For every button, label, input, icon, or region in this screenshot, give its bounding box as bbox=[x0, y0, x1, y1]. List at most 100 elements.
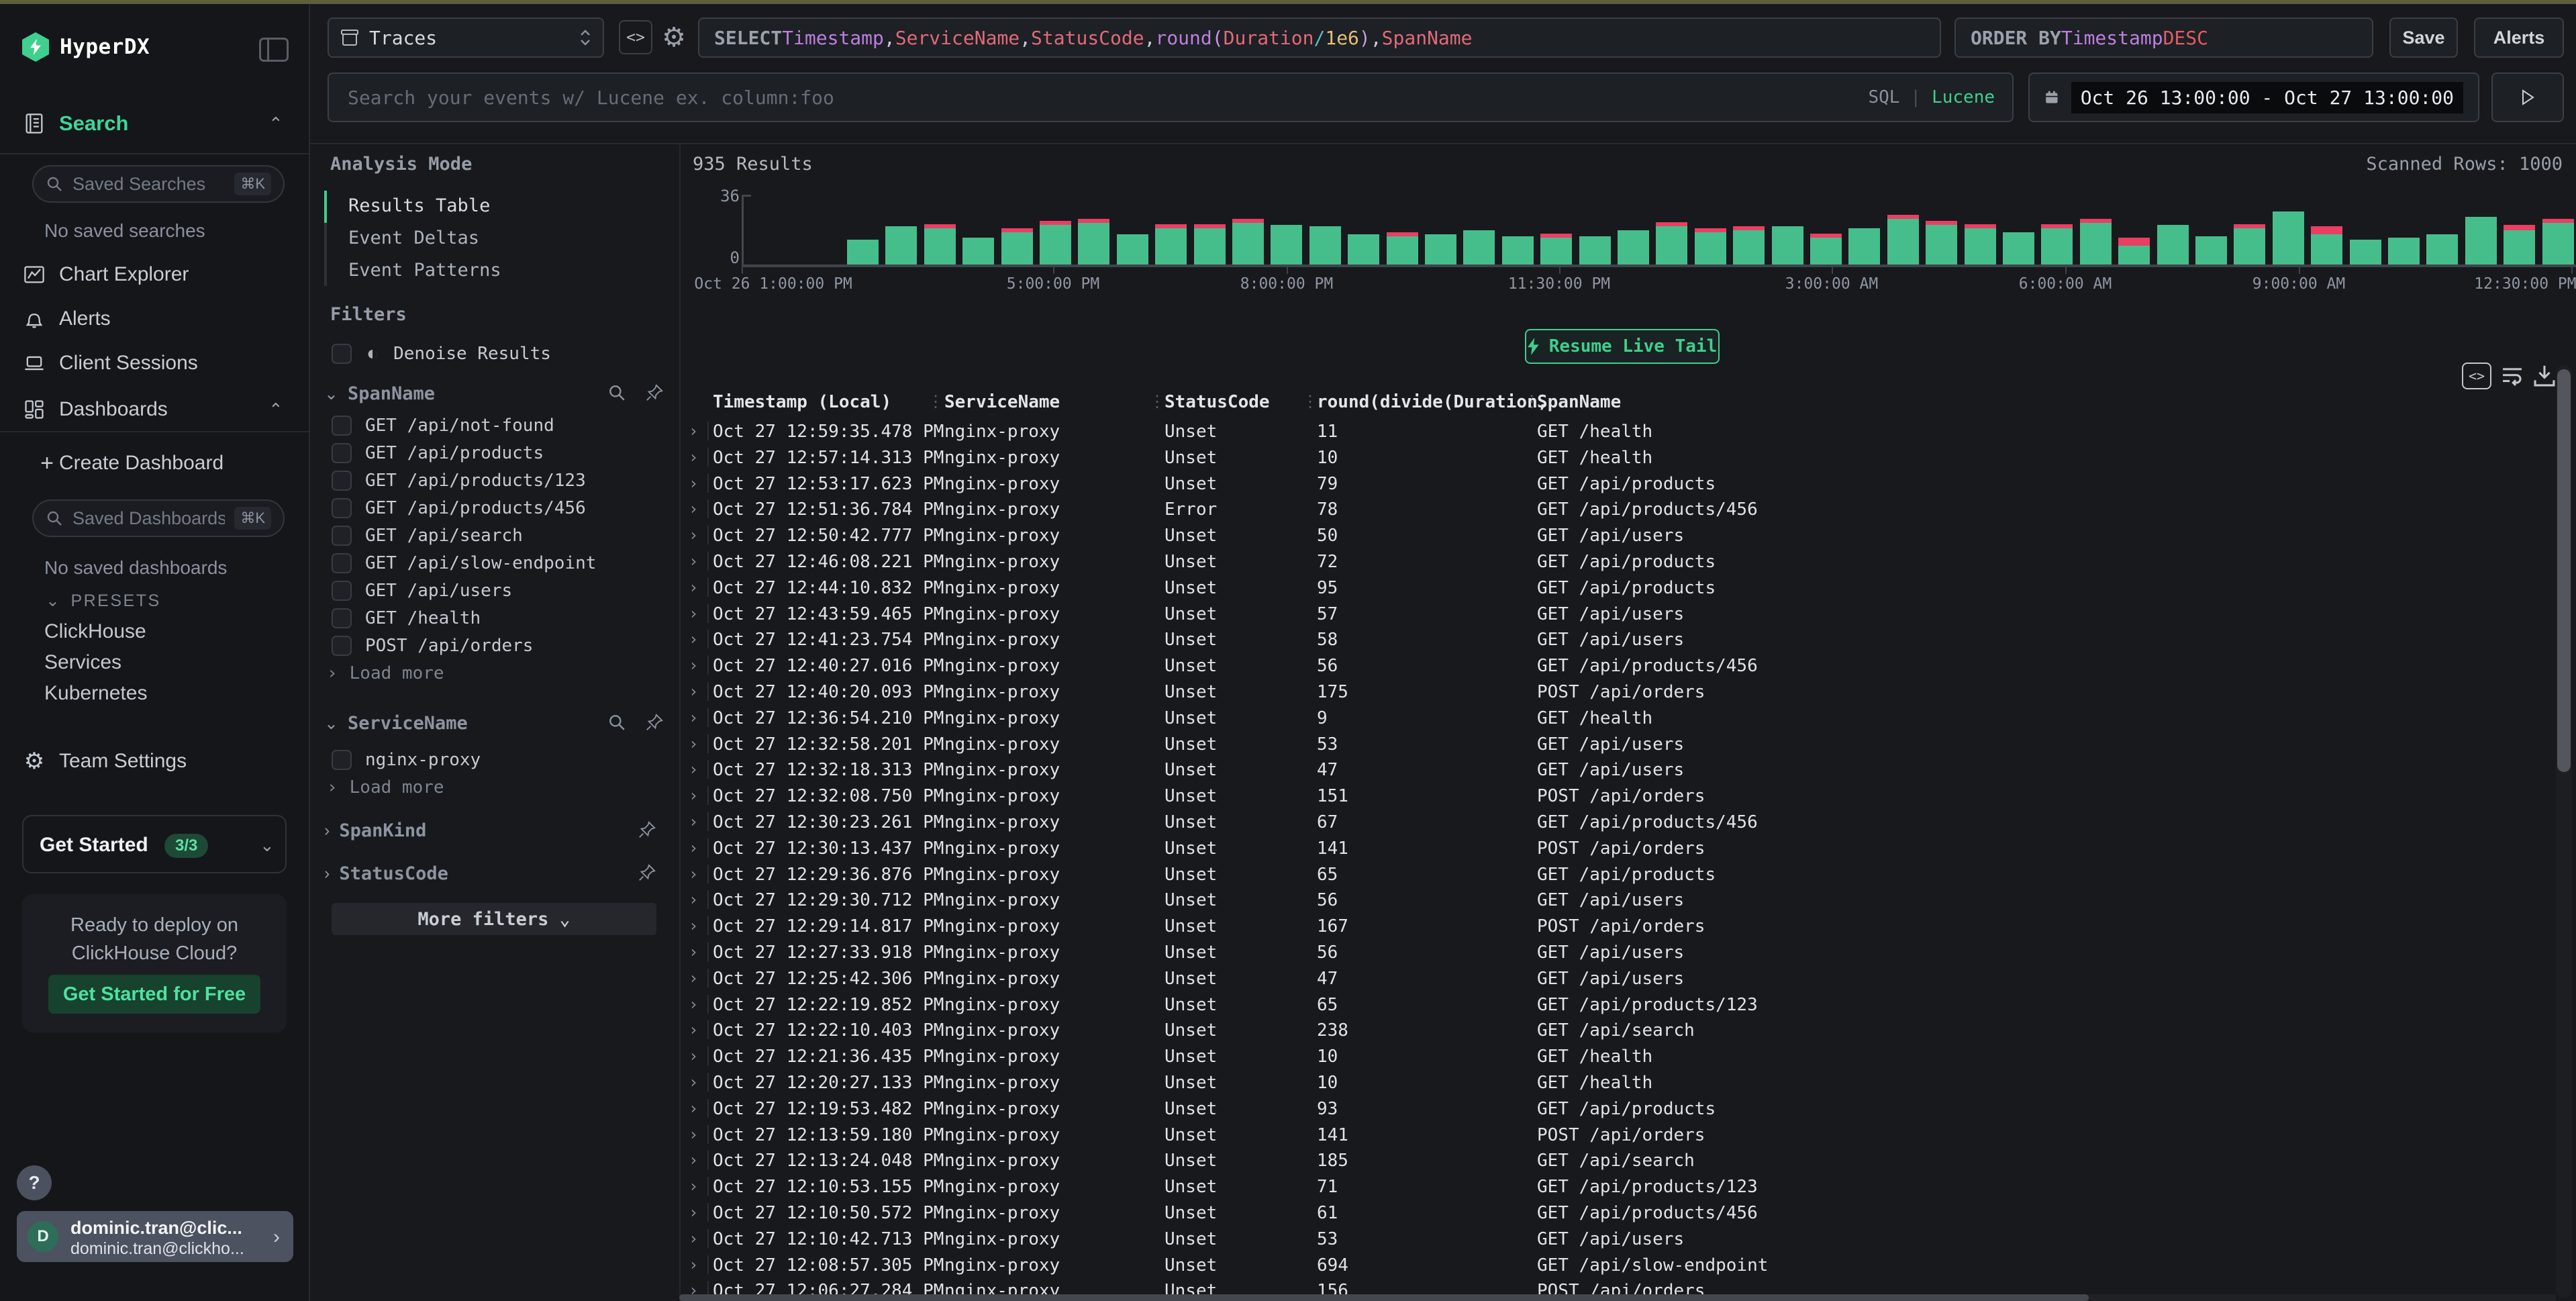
row-expand-icon[interactable]: › bbox=[689, 552, 698, 571]
checkbox[interactable] bbox=[332, 750, 352, 770]
filter-option[interactable]: nginx-proxy bbox=[332, 746, 667, 773]
table-row[interactable]: ›Oct 27 12:46:08.221 PMnginx-proxyUnset7… bbox=[679, 549, 2557, 575]
row-expand-icon[interactable]: › bbox=[689, 1151, 698, 1169]
row-expand-icon[interactable]: › bbox=[689, 604, 698, 623]
filter-group-statuscode[interactable]: › StatusCode bbox=[324, 863, 448, 884]
event-search-input[interactable]: SQL | Lucene bbox=[328, 73, 2014, 122]
table-row[interactable]: ›Oct 27 12:50:42.777 PMnginx-proxyUnset5… bbox=[679, 523, 2557, 549]
load-more-services[interactable]: › Load more bbox=[327, 777, 444, 798]
row-expand-icon[interactable]: › bbox=[689, 1020, 698, 1039]
histogram-bar[interactable] bbox=[1117, 153, 1148, 264]
row-expand-icon[interactable]: › bbox=[689, 1203, 698, 1222]
table-row[interactable]: ›Oct 27 12:32:08.750 PMnginx-proxyUnset1… bbox=[679, 783, 2557, 810]
filter-option[interactable]: GET /api/not-found bbox=[332, 412, 667, 439]
row-expand-icon[interactable]: › bbox=[689, 630, 698, 648]
histogram-bar[interactable] bbox=[2118, 153, 2150, 264]
sidebar-item-search[interactable]: Search ⌃ bbox=[0, 105, 309, 142]
column-resize-handle[interactable]: ⋮ bbox=[1302, 392, 1317, 411]
row-expand-icon[interactable]: › bbox=[689, 682, 698, 701]
checkbox[interactable] bbox=[332, 608, 352, 628]
table-row[interactable]: ›Oct 27 12:10:42.713 PMnginx-proxyUnset5… bbox=[679, 1226, 2557, 1253]
sidebar-item-team-settings[interactable]: ⚙ Team Settings bbox=[0, 742, 309, 780]
row-expand-icon[interactable]: › bbox=[689, 526, 698, 544]
table-row[interactable]: ›Oct 27 12:22:19.852 PMnginx-proxyUnset6… bbox=[679, 992, 2557, 1018]
filter-option[interactable]: GET /api/slow-endpoint bbox=[332, 549, 667, 577]
date-range-picker[interactable]: Oct 26 13:00:00 - Oct 27 13:00:00 bbox=[2028, 73, 2479, 122]
presets-header[interactable]: ⌄ PRESETS bbox=[46, 591, 161, 611]
row-expand-icon[interactable]: › bbox=[689, 708, 698, 727]
filter-group-servicename[interactable]: ⌄ ServiceName bbox=[324, 713, 468, 734]
filter-group-spanname[interactable]: ⌄ SpanName bbox=[324, 383, 435, 404]
filter-option[interactable]: GET /api/products/123 bbox=[332, 467, 667, 494]
histogram-bar[interactable] bbox=[1348, 153, 1379, 264]
table-row[interactable]: ›Oct 27 12:10:50.572 PMnginx-proxyUnset6… bbox=[679, 1200, 2557, 1226]
row-expand-icon[interactable]: › bbox=[689, 499, 698, 518]
sql-toggle[interactable]: SQL bbox=[1868, 87, 1899, 107]
column-header-spanname[interactable]: SpanName bbox=[1537, 392, 1621, 412]
row-expand-icon[interactable]: › bbox=[689, 812, 698, 831]
row-expand-icon[interactable]: › bbox=[689, 969, 698, 987]
table-row[interactable]: ›Oct 27 12:22:10.403 PMnginx-proxyUnset2… bbox=[679, 1018, 2557, 1044]
table-row[interactable]: ›Oct 27 12:40:20.093 PMnginx-proxyUnset1… bbox=[679, 679, 2557, 706]
table-row[interactable]: ›Oct 27 12:30:13.437 PMnginx-proxyUnset1… bbox=[679, 836, 2557, 862]
denoise-results-toggle[interactable]: ◐ Denoise Results bbox=[332, 344, 551, 364]
table-row[interactable]: ›Oct 27 12:51:36.784 PMnginx-proxyError7… bbox=[679, 497, 2557, 523]
row-expand-icon[interactable]: › bbox=[689, 578, 698, 597]
saved-dashboards-input[interactable]: ⌘K bbox=[32, 499, 285, 537]
histogram-bar[interactable] bbox=[2504, 153, 2535, 264]
chevron-up-icon[interactable]: ⌃ bbox=[268, 113, 283, 134]
collapse-sidebar-icon[interactable] bbox=[259, 38, 289, 62]
search-icon[interactable] bbox=[607, 383, 626, 402]
mode-event-deltas[interactable]: Event Deltas bbox=[348, 228, 479, 248]
histogram-bar[interactable] bbox=[2311, 153, 2342, 264]
table-row[interactable]: ›Oct 27 12:29:14.817 PMnginx-proxyUnset1… bbox=[679, 914, 2557, 940]
histogram-bar[interactable] bbox=[1001, 153, 1033, 264]
histogram-bar[interactable] bbox=[1848, 153, 1880, 264]
column-resize-handle[interactable]: ⋮ bbox=[928, 392, 942, 411]
table-row[interactable]: ›Oct 27 12:36:54.210 PMnginx-proxyUnset9… bbox=[679, 706, 2557, 732]
histogram-bar[interactable] bbox=[2465, 153, 2497, 264]
histogram-bar[interactable] bbox=[2157, 153, 2189, 264]
checkbox[interactable] bbox=[332, 416, 352, 436]
sidebar-item-chart-explorer[interactable]: Chart Explorer bbox=[0, 256, 309, 293]
row-expand-icon[interactable]: › bbox=[689, 890, 698, 909]
get-started-free-button[interactable]: Get Started for Free bbox=[48, 975, 260, 1014]
histogram-bar[interactable] bbox=[1695, 153, 1726, 264]
histogram-bar[interactable] bbox=[2234, 153, 2265, 264]
filter-option[interactable]: GET /health bbox=[332, 604, 667, 632]
histogram-bar[interactable] bbox=[847, 153, 879, 264]
histogram-bar[interactable] bbox=[1387, 153, 1418, 264]
table-row[interactable]: ›Oct 27 12:57:14.313 PMnginx-proxyUnset1… bbox=[679, 445, 2557, 471]
table-row[interactable]: ›Oct 27 12:32:18.313 PMnginx-proxyUnset4… bbox=[679, 757, 2557, 783]
filter-option[interactable]: GET /api/search bbox=[332, 522, 667, 549]
histogram-bar[interactable] bbox=[1232, 153, 1264, 264]
pin-icon[interactable] bbox=[638, 820, 656, 839]
row-expand-icon[interactable]: › bbox=[689, 995, 698, 1014]
row-expand-icon[interactable]: › bbox=[689, 1125, 698, 1144]
row-expand-icon[interactable]: › bbox=[689, 943, 698, 961]
table-row[interactable]: ›Oct 27 12:20:27.133 PMnginx-proxyUnset1… bbox=[679, 1070, 2557, 1096]
row-expand-icon[interactable]: › bbox=[689, 916, 698, 935]
histogram-bar[interactable] bbox=[1618, 153, 1649, 264]
checkbox[interactable] bbox=[332, 581, 352, 601]
histogram-bar[interactable] bbox=[1887, 153, 1919, 264]
table-row[interactable]: ›Oct 27 12:13:59.180 PMnginx-proxyUnset1… bbox=[679, 1122, 2557, 1149]
histogram-bar[interactable] bbox=[885, 153, 917, 264]
histogram-bar[interactable] bbox=[1926, 153, 1957, 264]
histogram-bar[interactable] bbox=[2426, 153, 2458, 264]
histogram-bar[interactable] bbox=[1733, 153, 1765, 264]
wrap-lines-icon[interactable] bbox=[2499, 363, 2525, 389]
help-button[interactable]: ? bbox=[17, 1165, 52, 1200]
row-expand-icon[interactable]: › bbox=[689, 656, 698, 675]
horizontal-scrollbar-thumb[interactable] bbox=[679, 1294, 2089, 1301]
checkbox[interactable] bbox=[332, 471, 352, 491]
column-header-timestamp[interactable]: Timestamp (Local) bbox=[713, 392, 891, 412]
download-icon[interactable] bbox=[2532, 363, 2557, 389]
row-expand-icon[interactable]: › bbox=[689, 1177, 698, 1196]
histogram-bar[interactable] bbox=[1078, 153, 1109, 264]
checkbox[interactable] bbox=[332, 526, 352, 546]
checkbox[interactable] bbox=[332, 498, 352, 518]
checkbox[interactable] bbox=[332, 553, 352, 573]
json-view-icon[interactable]: <> bbox=[2462, 363, 2491, 389]
checkbox[interactable] bbox=[332, 636, 352, 656]
